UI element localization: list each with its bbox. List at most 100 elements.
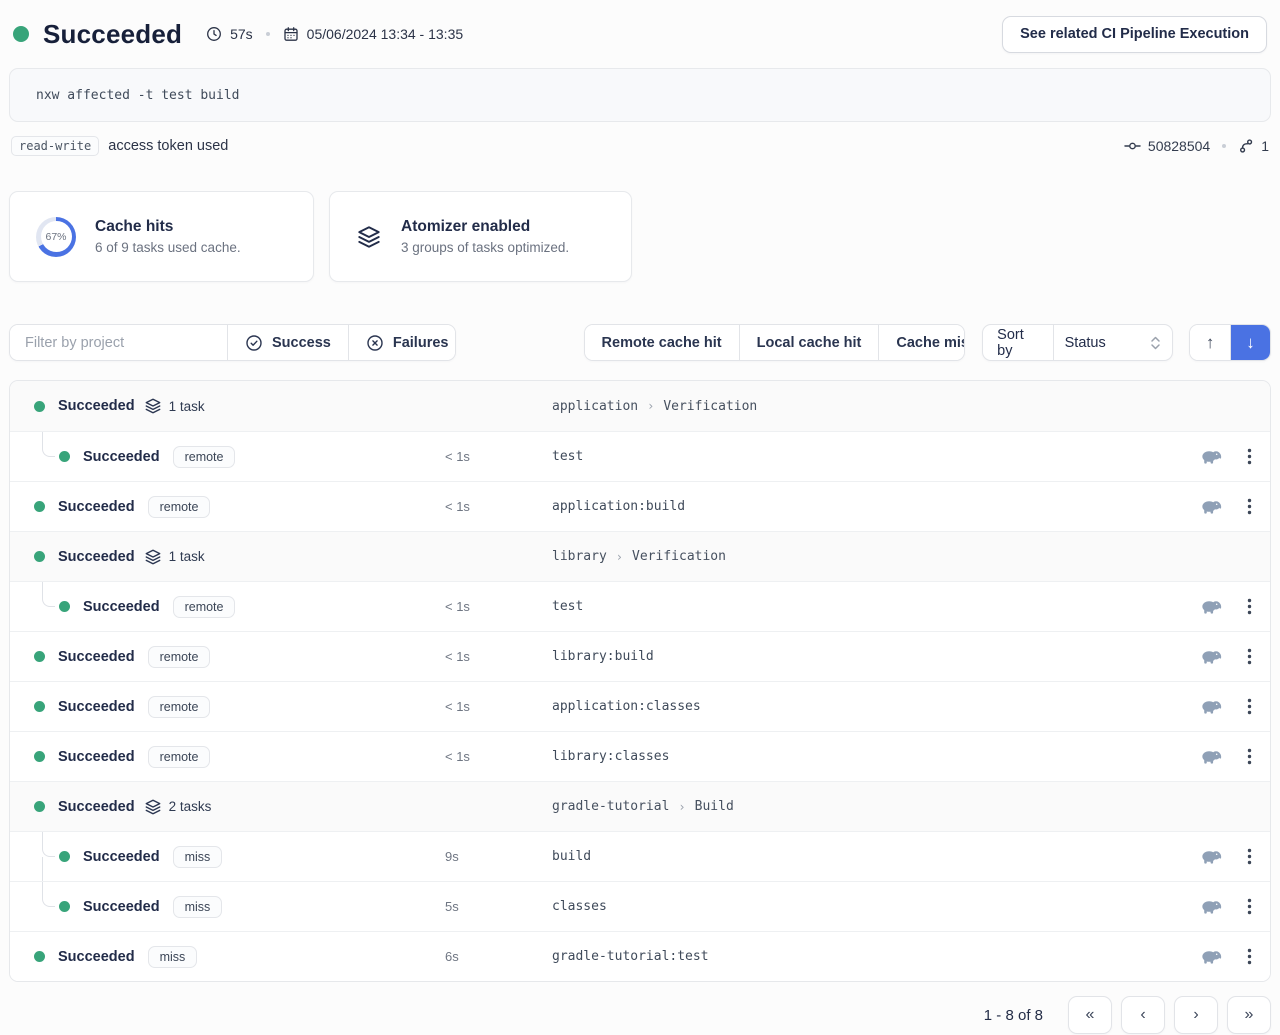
task-name-label: test: [552, 599, 583, 614]
task-duration-label: < 1s: [445, 449, 470, 464]
project-path: gradle-tutorial › Build: [552, 799, 734, 814]
local-cache-hit-button[interactable]: Local cache hit: [739, 325, 879, 360]
gradle-elephant-icon[interactable]: [1200, 948, 1223, 965]
row-menu-kebab-icon[interactable]: [1247, 648, 1252, 665]
task-name-label: application:build: [552, 499, 685, 514]
task-name-label: test: [552, 449, 583, 464]
header-meta: 57s 05/06/2024 13:34 - 13:35: [206, 26, 463, 42]
task-duration-label: < 1s: [445, 599, 470, 614]
cache-status-badge: remote: [148, 496, 211, 518]
tasks-stack-icon: [144, 798, 162, 816]
gradle-elephant-icon[interactable]: [1200, 898, 1223, 915]
failures-filter-label: Failures: [393, 335, 449, 351]
duration-label: 57s: [230, 26, 253, 42]
see-related-pipeline-button[interactable]: See related CI Pipeline Execution: [1002, 16, 1267, 53]
task-duration-label: < 1s: [445, 699, 470, 714]
run-detail-page: Succeeded 57s 05/06/2024 13:34 - 13:35 S…: [0, 13, 1280, 1034]
task-name-label: classes: [552, 899, 607, 914]
task-row[interactable]: Succeeded remote < 1s application:build: [10, 481, 1270, 531]
cache-status-badge: remote: [173, 596, 236, 618]
atomizer-card[interactable]: Atomizer enabled 3 groups of tasks optim…: [329, 191, 632, 282]
task-row[interactable]: Succeeded remote < 1s test: [10, 431, 1270, 481]
task-count-label: 2 tasks: [169, 799, 212, 814]
row-menu-kebab-icon[interactable]: [1247, 598, 1252, 615]
header: Succeeded 57s 05/06/2024 13:34 - 13:35 S…: [9, 13, 1271, 55]
row-menu-kebab-icon[interactable]: [1247, 848, 1252, 865]
status-dot-icon: [59, 851, 70, 862]
atomizer-card-title: Atomizer enabled: [401, 218, 569, 236]
row-status-label: Succeeded: [83, 449, 160, 465]
cache-hits-card[interactable]: 67% Cache hits 6 of 9 tasks used cache.: [9, 191, 314, 282]
row-menu-kebab-icon[interactable]: [1247, 748, 1252, 765]
sort-ascending-button[interactable]: ↑: [1190, 325, 1230, 360]
cache-status-badge: remote: [148, 746, 211, 768]
gradle-elephant-icon[interactable]: [1200, 648, 1223, 665]
sort-select[interactable]: Status: [1053, 325, 1173, 360]
row-menu-kebab-icon[interactable]: [1247, 698, 1252, 715]
date-range-label: 05/06/2024 13:34 - 13:35: [307, 26, 463, 42]
row-status-label: Succeeded: [83, 899, 160, 915]
success-filter-label: Success: [272, 335, 331, 351]
task-row[interactable]: Succeeded miss 5s classes: [10, 881, 1270, 931]
cache-status-badge: miss: [173, 896, 223, 918]
success-filter-button[interactable]: Success: [227, 325, 348, 360]
cache-status-badge: miss: [173, 846, 223, 868]
cache-miss-button[interactable]: Cache miss: [878, 325, 965, 360]
calendar-icon: [283, 26, 299, 42]
failures-filter-button[interactable]: Failures: [348, 325, 456, 360]
last-page-button[interactable]: »: [1227, 996, 1271, 1034]
task-name-label: application:classes: [552, 699, 701, 714]
access-token-label: access token used: [108, 138, 228, 154]
commit-id-label[interactable]: 50828504: [1148, 138, 1210, 154]
status-dot-icon: [34, 801, 45, 812]
row-menu-kebab-icon[interactable]: [1247, 948, 1252, 965]
task-row[interactable]: Succeeded remote < 1s library:classes: [10, 731, 1270, 781]
row-menu-kebab-icon[interactable]: [1247, 448, 1252, 465]
target-name: Verification: [663, 399, 757, 414]
pagination-range-label: 1 - 8 of 8: [984, 1007, 1043, 1024]
row-status-label: Succeeded: [58, 949, 135, 965]
remote-cache-hit-button[interactable]: Remote cache hit: [585, 325, 739, 360]
gradle-elephant-icon[interactable]: [1200, 748, 1223, 765]
task-row[interactable]: Succeeded remote < 1s application:classe…: [10, 681, 1270, 731]
access-token-badge: read-write: [11, 136, 99, 156]
sort-direction-group: ↑ ↓: [1189, 324, 1271, 361]
status-dot-icon: [59, 451, 70, 462]
sort-descending-button[interactable]: ↓: [1230, 325, 1270, 360]
task-count-label: 1 task: [169, 399, 205, 414]
task-row[interactable]: Succeeded miss 9s build: [10, 831, 1270, 881]
gradle-elephant-icon[interactable]: [1200, 698, 1223, 715]
project-path: library › Verification: [552, 549, 726, 564]
status-dot-icon: [34, 651, 45, 662]
row-actions: [1200, 948, 1252, 965]
task-list: Succeeded 1 task application › Verificat…: [9, 380, 1271, 982]
filter-by-project-input[interactable]: [10, 325, 227, 360]
gradle-elephant-icon[interactable]: [1200, 498, 1223, 515]
gradle-elephant-icon[interactable]: [1200, 448, 1223, 465]
previous-page-button[interactable]: ‹: [1121, 996, 1165, 1034]
target-name: Verification: [632, 549, 726, 564]
task-row[interactable]: Succeeded remote < 1s test: [10, 581, 1270, 631]
task-duration-label: < 1s: [445, 649, 470, 664]
task-name-label: gradle-tutorial:test: [552, 949, 709, 964]
task-row[interactable]: Succeeded miss 6s gradle-tutorial:test: [10, 931, 1270, 981]
project-name: application: [552, 399, 638, 414]
branch-icon: [1238, 138, 1254, 154]
row-status-label: Succeeded: [58, 649, 135, 665]
task-group-row[interactable]: Succeeded 1 task application › Verificat…: [10, 381, 1270, 431]
row-menu-kebab-icon[interactable]: [1247, 498, 1252, 515]
first-page-button[interactable]: «: [1068, 996, 1112, 1034]
gradle-elephant-icon[interactable]: [1200, 848, 1223, 865]
cache-status-badge: miss: [148, 946, 198, 968]
cache-card-title: Cache hits: [95, 218, 241, 236]
cache-percent-label: 67%: [45, 231, 66, 243]
breadcrumb-separator-icon: ›: [647, 399, 654, 413]
task-group-row[interactable]: Succeeded 1 task library › Verification: [10, 531, 1270, 581]
task-row[interactable]: Succeeded remote < 1s library:build: [10, 631, 1270, 681]
next-page-button[interactable]: ›: [1174, 996, 1218, 1034]
breadcrumb-separator-icon: ›: [616, 550, 623, 564]
task-group-row[interactable]: Succeeded 2 tasks gradle-tutorial › Buil…: [10, 781, 1270, 831]
status-dot-icon: [34, 501, 45, 512]
gradle-elephant-icon[interactable]: [1200, 598, 1223, 615]
row-menu-kebab-icon[interactable]: [1247, 898, 1252, 915]
